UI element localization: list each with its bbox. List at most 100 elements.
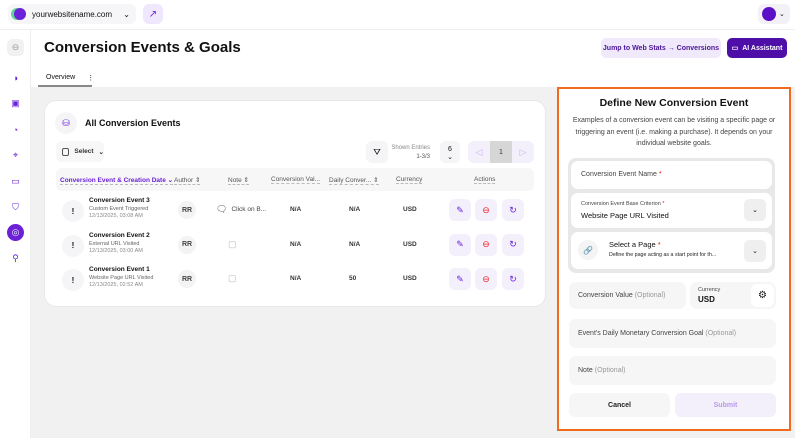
event-name: Conversion Event 1 (89, 266, 150, 273)
daily-goal-input[interactable]: Event's Daily Monetary Conversion Goal (… (569, 319, 776, 348)
delete-button[interactable]: ⊖ (475, 233, 497, 256)
website-name: yourwebsitename.com (32, 9, 113, 19)
optional-label: (Optional) (705, 330, 737, 337)
sidebar-item-goals[interactable]: ◎ (7, 224, 24, 241)
edit-button[interactable]: ✎ (449, 199, 471, 221)
event-name-input[interactable]: Conversion Event Name * (571, 161, 772, 189)
note-icon: 🗨 (216, 204, 228, 214)
currency: USD (403, 206, 417, 213)
refresh-button[interactable]: ↻ (502, 233, 524, 256)
external-link-button[interactable]: ↗ (143, 4, 163, 24)
pagination: ◁ 1 ▷ (468, 141, 534, 163)
sidebar-item-shield[interactable]: ⛉ (7, 199, 24, 216)
user-menu[interactable]: ⌄ (758, 4, 790, 24)
panel-title: Define New Conversion Event (599, 97, 749, 109)
tab-overview[interactable]: Overview ⋮ (38, 70, 94, 87)
criterion-label: Conversion Event Base Criterion (581, 201, 661, 207)
more-icon[interactable]: ⋮ (87, 74, 94, 82)
event-date: 12/13/2025, 03:08 AM (89, 213, 143, 219)
filter-icon: ⛛ (373, 146, 381, 157)
note-input[interactable]: Note (Optional) (569, 356, 776, 385)
gear-icon[interactable]: ⚙ (751, 284, 774, 307)
edit-button[interactable]: ✎ (449, 233, 471, 256)
submit-button[interactable]: Submit (675, 393, 776, 417)
page-select[interactable]: 🔗 Select a Page * Define the page acting… (571, 232, 772, 269)
author-avatar: RR (178, 201, 196, 219)
refresh-button[interactable]: ↻ (502, 268, 524, 290)
page-hint: Define the page acting as a start point … (609, 252, 717, 258)
sidebar-item-analytics[interactable]: ◑ (7, 69, 24, 86)
conversion-value: N/A (290, 240, 302, 248)
event-date: 12/13/2025, 03:00 AM (89, 247, 143, 254)
note-icon[interactable]: ▢ (228, 273, 237, 284)
refresh-icon: ↻ (509, 239, 517, 249)
per-page-select[interactable]: 6 ⌄ (440, 141, 460, 163)
sidebar-item-location[interactable]: ⚲ (7, 250, 24, 267)
event-type: External URL Visited (89, 240, 140, 247)
table-row[interactable]: ! Conversion Event 2 External URL Visite… (56, 230, 534, 264)
conversion-value-input[interactable]: Conversion Value (Optional) (569, 282, 686, 309)
prev-page-button[interactable]: ◁ (468, 141, 490, 163)
cancel-button[interactable]: Cancel (569, 393, 670, 417)
currency-select[interactable]: Currency USD ⚙ (690, 282, 776, 309)
event-icon: ! (62, 200, 84, 222)
sidebar-item-scan[interactable]: ⌖ (7, 147, 24, 164)
page-label: Select a Page (609, 240, 656, 249)
table-row[interactable]: ! Conversion Event 3 Custom Event Trigge… (56, 195, 534, 229)
criterion-value: Website Page URL Visited (581, 211, 669, 220)
sidebar: ⊖ ◑ ▣ ◔ ⌖ ▭ ⛉ ◎ ⚲ (0, 30, 31, 438)
optional-label: (Optional) (634, 292, 666, 299)
conversion-value: N/A (290, 206, 302, 213)
checkbox[interactable] (62, 147, 70, 156)
chat-icon: ▭ (731, 45, 739, 52)
event-type: Website Page URL Visited (89, 275, 154, 281)
chevron-down-icon[interactable]: ⌄ (744, 199, 766, 221)
external-link-icon: ↗ (148, 8, 158, 20)
delete-button[interactable]: ⊖ (475, 268, 497, 290)
refresh-icon: ↻ (509, 204, 517, 215)
sidebar-item-bag[interactable]: ▣ (7, 95, 24, 112)
value-label: Conversion Value (578, 292, 633, 299)
event-icon: ! (62, 269, 84, 291)
page-number[interactable]: 1 (490, 141, 512, 163)
shown-label: Shown Entries (391, 145, 430, 151)
next-page-button[interactable]: ▷ (512, 141, 534, 163)
edit-button[interactable]: ✎ (449, 268, 471, 290)
column-header-event[interactable]: Conversion Event & Creation Date ⌄ (60, 176, 174, 185)
chevron-down-icon: ⌄ (98, 148, 104, 156)
table-row[interactable]: ! Conversion Event 1 Website Page URL Vi… (56, 264, 534, 298)
filter-button[interactable]: ⛛ (366, 141, 388, 163)
event-date: 12/13/2025, 02:52 AM (89, 282, 143, 288)
link-icon: 🔗 (578, 240, 598, 260)
table-header: Conversion Event & Creation Date ⌄ Autho… (56, 168, 534, 191)
refresh-button[interactable]: ↻ (502, 199, 524, 221)
column-header-currency[interactable]: Currency (396, 176, 423, 184)
pencil-icon: ✎ (456, 273, 464, 284)
chevron-down-icon[interactable]: ⌄ (744, 240, 766, 262)
column-header-daily-conversion[interactable]: Daily Conver... ⇕ (329, 176, 379, 185)
note-text: Click on B... (231, 206, 267, 213)
criterion-select[interactable]: Conversion Event Base Criterion * Websit… (571, 193, 772, 228)
column-label: Conversion Event & Creation Date (60, 177, 166, 184)
delete-button[interactable]: ⊖ (475, 199, 497, 221)
column-header-note[interactable]: Note ⇕ (228, 176, 249, 185)
pencil-icon: ✎ (456, 239, 464, 249)
ai-assistant-button[interactable]: ▭ AI Assistant (727, 38, 787, 58)
sidebar-collapse-button[interactable]: ⊖ (7, 39, 24, 56)
currency: USD (403, 240, 417, 248)
per-page-value: 6 (448, 146, 452, 153)
note-icon[interactable]: ▢ (228, 239, 237, 250)
sidebar-item-pulse[interactable]: ◔ (7, 121, 24, 138)
website-selector[interactable]: yourwebsitename.com ⌄ (8, 4, 136, 24)
select-dropdown[interactable]: Select ⌄ (56, 141, 104, 162)
tab-label: Overview (46, 74, 76, 81)
column-header-conversion-value[interactable]: Conversion Val... (271, 176, 321, 184)
column-header-author[interactable]: Author ⇕ (174, 176, 201, 185)
daily-conversion: N/A (349, 206, 361, 213)
pencil-icon: ✎ (456, 204, 464, 215)
minus-circle-icon: ⊖ (482, 273, 490, 284)
event-name-label: Conversion Event Name (581, 171, 657, 178)
jump-to-web-stats-button[interactable]: Jump to Web Stats → Conversions (601, 38, 721, 58)
sidebar-item-chat[interactable]: ▭ (7, 173, 24, 190)
chevron-down-icon: ⌄ (123, 9, 130, 19)
